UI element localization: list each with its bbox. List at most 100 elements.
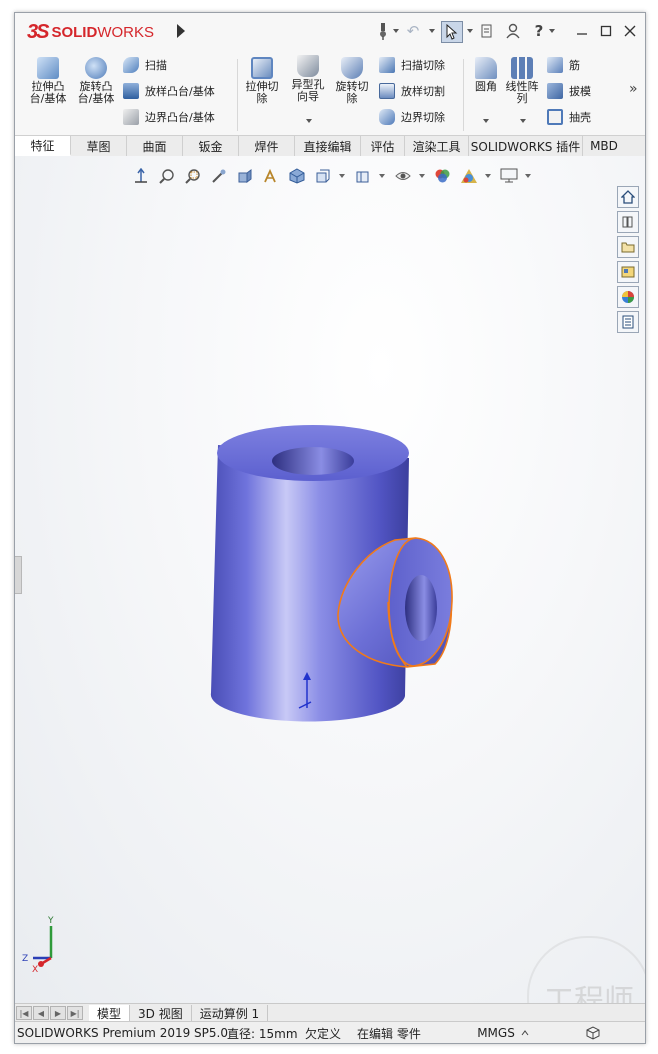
draft-label: 拔模: [569, 85, 591, 98]
tab-mbd[interactable]: MBD: [583, 136, 625, 156]
rib-icon: [547, 57, 563, 73]
rib-button[interactable]: 筋: [547, 55, 580, 75]
loft-boss-button[interactable]: 放样凸台/基体: [123, 81, 215, 101]
shell-button[interactable]: 抽壳: [547, 107, 591, 127]
hole-wizard-caret-icon[interactable]: [306, 119, 312, 123]
logo-wordmark: SOLIDWORKS: [51, 23, 154, 41]
tab-evaluate[interactable]: 评估: [361, 136, 405, 156]
extrude-cut-label: 拉伸切 除: [245, 80, 279, 105]
tab-render-tools[interactable]: 渲染工具: [405, 136, 469, 156]
reference-triad: Y Z X: [22, 916, 54, 974]
lofted-cut-icon: [379, 83, 395, 99]
loft-label: 放样凸台/基体: [145, 85, 215, 98]
extrude-boss-button[interactable]: 拉伸凸 台/基体: [25, 57, 71, 105]
graphics-area[interactable]: Y Z X 工程师: [15, 156, 645, 1043]
select-caret-icon[interactable]: [467, 29, 473, 33]
hole-wizard-label: 异型孔 向导: [291, 78, 325, 103]
ds-logo-mark: 3S: [27, 20, 50, 43]
revolve-cut-icon: [341, 57, 363, 79]
minimize-icon[interactable]: [571, 21, 593, 41]
linear-pattern-label: 线性阵 列: [505, 80, 539, 105]
command-tabs: 特征 草图 曲面 钣金 焊件 直接编辑 评估 渲染工具 SOLIDWORKS 插…: [15, 135, 645, 157]
extrude-boss-icon: [37, 57, 59, 79]
loft-icon: [123, 83, 139, 99]
status-measurement: 直径: 15mm: [227, 1026, 298, 1041]
boundary-cut-button[interactable]: 边界切除: [379, 107, 445, 127]
undo-icon[interactable]: ↶: [403, 21, 423, 41]
prev-tab-arrow-icon[interactable]: ◀: [33, 1006, 49, 1020]
sweep-icon: [123, 57, 139, 73]
triad-x-ball: [38, 961, 44, 967]
quick-tips-icon[interactable]: [561, 1022, 601, 1043]
side-boss-hole[interactable]: [405, 575, 437, 641]
tab-sheet-metal[interactable]: 钣金: [183, 136, 239, 156]
tab-motion-study[interactable]: 运动算例 1: [192, 1004, 269, 1022]
boundary-boss-button[interactable]: 边界凸台/基体: [123, 107, 215, 127]
revolve-boss-label: 旋转凸 台/基体: [77, 80, 115, 105]
title-bar: 3S SOLIDWORKS ↶ ?: [15, 13, 645, 51]
tab-direct-editing[interactable]: 直接编辑: [295, 136, 361, 156]
extrude-cut-button[interactable]: 拉伸切 除: [239, 57, 285, 105]
extrude-cut-icon: [251, 57, 273, 79]
tab-features[interactable]: 特征: [15, 136, 71, 156]
menu-expand-arrow-icon[interactable]: [177, 24, 185, 38]
fillet-label: 圆角: [475, 80, 497, 93]
sweep-label: 扫描: [145, 59, 167, 72]
help-icon[interactable]: ?: [529, 21, 549, 41]
solidworks-window: 3S SOLIDWORKS ↶ ? 拉伸凸 台/基体 旋转凸 台/基体 扫描 放…: [14, 12, 646, 1044]
revolve-boss-icon: [85, 57, 107, 79]
status-editing-mode: 在编辑 零件: [357, 1026, 421, 1041]
revolve-cut-button[interactable]: 旋转切 除: [329, 57, 375, 105]
undo-caret-icon[interactable]: [429, 29, 435, 33]
swept-cut-button[interactable]: 扫描切除: [379, 55, 445, 75]
fillet-caret-icon[interactable]: [483, 119, 489, 123]
triad-y-label: Y: [47, 916, 54, 926]
ribbon-more-icon[interactable]: »: [629, 81, 638, 97]
help-caret-icon[interactable]: [549, 29, 555, 33]
top-bore-hole[interactable]: [272, 447, 354, 475]
lofted-cut-button[interactable]: 放样切割: [379, 81, 445, 101]
fillet-icon: [475, 57, 497, 79]
maximize-icon[interactable]: [595, 21, 617, 41]
pin-icon[interactable]: [373, 21, 393, 41]
status-bar: SOLIDWORKS Premium 2019 SP5.0 直径: 15mm 欠…: [15, 1021, 645, 1043]
shell-label: 抽壳: [569, 111, 591, 124]
tab-surfaces[interactable]: 曲面: [127, 136, 183, 156]
hole-wizard-button[interactable]: 异型孔 向导: [285, 55, 331, 103]
tab-sketch[interactable]: 草图: [71, 136, 127, 156]
draft-icon: [547, 83, 563, 99]
command-manager-ribbon: 拉伸凸 台/基体 旋转凸 台/基体 扫描 放样凸台/基体 边界凸台/基体 拉伸切…: [15, 51, 645, 135]
select-cursor-icon[interactable]: [441, 21, 463, 43]
tab-solidworks-addins[interactable]: SOLIDWORKS 插件: [469, 136, 583, 156]
tab-weldments[interactable]: 焊件: [239, 136, 295, 156]
linear-pattern-icon: [511, 57, 533, 79]
pin-caret-icon[interactable]: [393, 29, 399, 33]
first-tab-arrow-icon[interactable]: |◀: [16, 1006, 32, 1020]
linear-pattern-button[interactable]: 线性阵 列: [499, 57, 545, 105]
triad-z-label: Z: [22, 954, 28, 964]
swept-cut-label: 扫描切除: [401, 59, 445, 72]
linear-pattern-caret-icon[interactable]: [520, 119, 526, 123]
rebuild-options-icon[interactable]: [477, 21, 497, 41]
unit-system-caret-icon[interactable]: [521, 1022, 561, 1043]
tab-3d-view[interactable]: 3D 视图: [130, 1004, 192, 1022]
boundary-cut-label: 边界切除: [401, 111, 445, 124]
boundary-label: 边界凸台/基体: [145, 111, 215, 124]
part-3d-model[interactable]: [15, 156, 645, 1003]
draft-button[interactable]: 拔模: [547, 81, 591, 101]
bottom-tab-bar: |◀ ◀ ▶ ▶| 模型 3D 视图 运动算例 1: [15, 1003, 645, 1022]
sweep-button[interactable]: 扫描: [123, 55, 167, 75]
boundary-icon: [123, 109, 139, 125]
tab-model[interactable]: 模型: [89, 1004, 131, 1022]
status-unit-system[interactable]: MMGS: [471, 1022, 521, 1043]
hole-wizard-icon: [297, 55, 319, 77]
user-account-icon[interactable]: [503, 21, 523, 41]
revolve-boss-button[interactable]: 旋转凸 台/基体: [73, 57, 119, 105]
status-definition-state: 欠定义: [305, 1026, 342, 1041]
next-tab-arrow-icon[interactable]: ▶: [50, 1006, 66, 1020]
last-tab-arrow-icon[interactable]: ▶|: [67, 1006, 83, 1020]
lofted-cut-label: 放样切割: [401, 85, 445, 98]
close-icon[interactable]: [619, 21, 641, 41]
solidworks-logo[interactable]: 3S SOLIDWORKS: [27, 20, 154, 44]
revolve-cut-label: 旋转切 除: [335, 80, 369, 105]
